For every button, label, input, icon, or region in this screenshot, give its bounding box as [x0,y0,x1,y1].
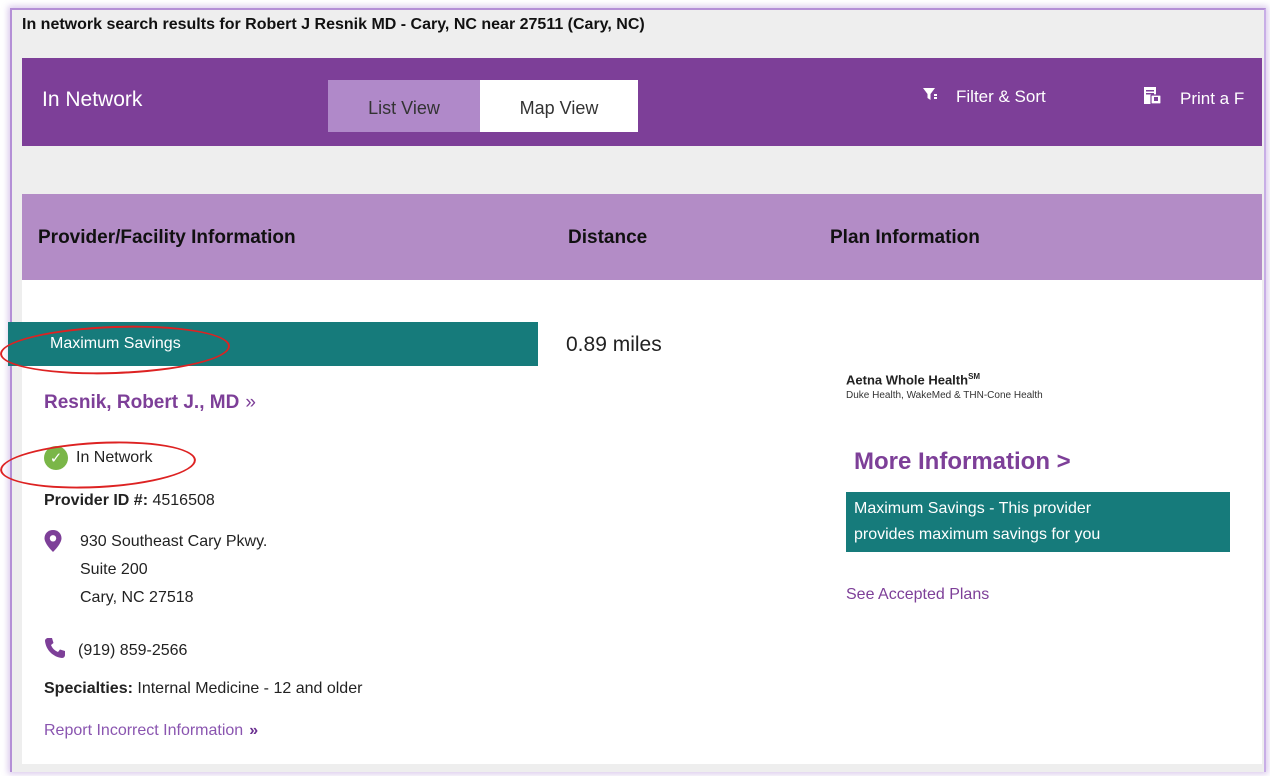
column-distance: Distance [568,227,648,248]
print-button[interactable]: Print a F [1142,86,1244,111]
column-provider: Provider/Facility Information [38,227,296,248]
results-toolbar: In Network List View Map View Filter & S… [22,58,1262,146]
filter-sort-button[interactable]: Filter & Sort [922,86,1046,107]
provider-id-value: 4516508 [152,492,215,509]
address-line-1: 930 Southeast Cary Pkwy. [80,533,268,550]
list-view-tab[interactable]: List View [328,80,480,132]
filter-icon [922,86,938,107]
specialties-label: Specialties: [44,680,133,697]
plan-name: Aetna Whole HealthSM [846,372,980,387]
print-icon [1142,86,1162,111]
savings-line-1: Maximum Savings - This provider [854,500,1092,517]
print-label: Print a F [1180,88,1245,108]
provider-id-label: Provider ID #: [44,492,149,509]
map-pin-icon [44,530,62,557]
phone-icon [44,637,66,664]
plan-service-mark: SM [968,372,981,381]
page-heading: In network search results for Robert J R… [22,16,645,33]
provider-specialties: Specialties: Internal Medicine - 12 and … [44,680,362,698]
toolbar-title: In Network [42,88,143,111]
provider-name-link[interactable]: Resnik, Robert J., MD» [44,392,256,414]
report-chevron: » [249,722,259,739]
address-line-3: Cary, NC 27518 [80,589,194,606]
address-line-2: Suite 200 [80,561,148,578]
report-link-label: Report Incorrect Information [44,722,244,739]
column-plan: Plan Information [830,227,980,248]
provider-id: Provider ID #: 4516508 [44,492,215,510]
report-incorrect-link[interactable]: Report Incorrect Information » [44,722,258,740]
specialties-value: Internal Medicine - 12 and older [137,680,363,697]
provider-chevron: » [245,392,256,413]
provider-address: 930 Southeast Cary Pkwy. Suite 200 Cary,… [44,528,267,612]
map-view-tab[interactable]: Map View [480,80,638,132]
savings-line-2: provides maximum savings for you [854,526,1101,543]
distance-value: 0.89 miles [566,333,662,356]
phone-number[interactable]: (919) 859-2566 [78,642,187,660]
see-accepted-plans-link[interactable]: See Accepted Plans [846,586,989,604]
plan-name-text: Aetna Whole Health [846,372,969,388]
provider-phone: (919) 859-2566 [44,637,187,664]
results-column-header: Provider/Facility Information Distance P… [22,194,1262,280]
provider-name: Resnik, Robert J., MD [44,392,240,413]
plan-network-sub: Duke Health, WakeMed & THN-Cone Health [846,390,1043,401]
savings-info-box: Maximum Savings - This provider provides… [846,492,1230,552]
filter-sort-label: Filter & Sort [956,86,1046,106]
more-information-link[interactable]: More Information > [854,448,1071,476]
view-toggle: List View Map View [328,80,638,132]
